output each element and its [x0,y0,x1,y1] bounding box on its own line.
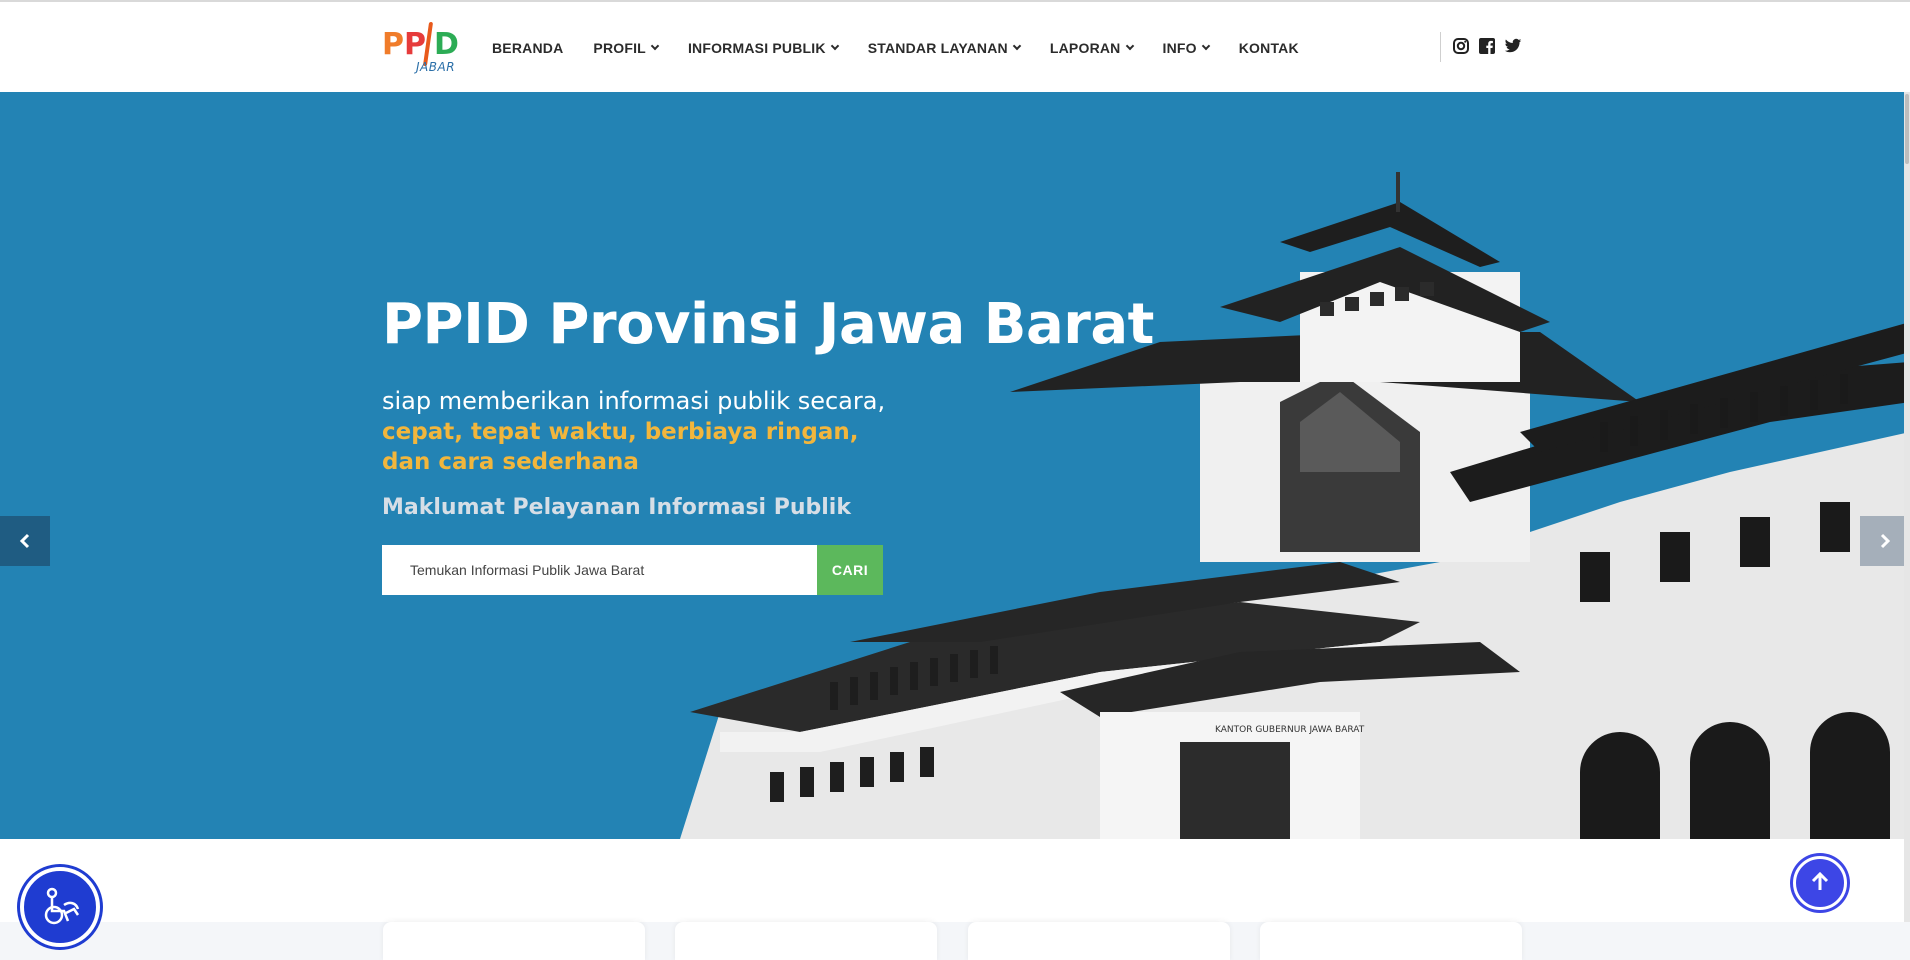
chevron-down-icon [1012,41,1022,51]
chevron-down-icon [650,41,660,51]
nav-laporan[interactable]: LAPORAN [1049,40,1134,56]
info-card[interactable] [675,922,937,960]
content-section [0,922,1910,960]
nav-label: INFO [1162,40,1197,56]
nav-informasi-publik[interactable]: INFORMASI PUBLIK [687,40,839,56]
gedung-sate-building-image: KANTOR GUBERNUR JAWA BARAT [680,172,1910,839]
info-card[interactable] [383,922,645,960]
nav-label: PROFIL [593,40,646,56]
nav-profil[interactable]: PROFIL [593,40,660,56]
chevron-right-icon [1880,533,1891,549]
search-input[interactable] [382,545,817,595]
wheelchair-icon [44,887,80,925]
nav-beranda[interactable]: BERANDA [492,40,563,56]
logo-letter-p1: P [382,27,404,62]
chevron-left-icon [19,533,30,549]
chevron-down-icon [1125,41,1134,51]
scrollbar-thumb[interactable] [1905,94,1909,164]
hero-subtitle: siap memberikan informasi publik secara, [382,387,886,415]
main-nav: BERANDA PROFIL INFORMASI PUBLIK STANDAR … [492,38,1329,58]
arrow-up-icon [1811,872,1829,890]
ppid-jabar-logo[interactable]: P P D JABAR [382,20,464,76]
nav-divider [1440,32,1441,62]
carousel-next-button[interactable] [1860,516,1910,566]
search-button[interactable]: CARI [817,545,883,595]
maklumat-link[interactable]: Maklumat Pelayanan Informasi Publik [382,495,851,520]
nav-kontak[interactable]: KONTAK [1239,40,1299,56]
hero-title: PPID Provinsi Jawa Barat [382,292,1154,357]
carousel-prev-button[interactable] [0,516,50,566]
info-card[interactable] [968,922,1230,960]
nav-label: KONTAK [1238,40,1299,56]
nav-info[interactable]: INFO [1162,40,1210,56]
hero-banner: KANTOR GUBERNUR JAWA BARAT PPID Provinsi… [0,92,1910,839]
chevron-down-icon [830,41,839,51]
info-card[interactable] [1260,922,1522,960]
site-header: P P D JABAR BERANDA PROFIL INFORMASI PUB… [0,2,1910,92]
facebook-icon[interactable] [1478,37,1496,55]
nav-label: LAPORAN [1049,40,1121,56]
hero-highlight-text: cepat, tepat waktu, berbiaya ringan, dan… [382,419,859,475]
logo-letter-p2: P [404,27,426,62]
nav-standar-layanan[interactable]: STANDAR LAYANAN [867,40,1022,56]
building-sign: KANTOR GUBERNUR JAWA BARAT [1215,725,1365,735]
nav-label: STANDAR LAYANAN [867,40,1008,56]
nav-label: INFORMASI PUBLIK [687,40,826,56]
scroll-to-top-button[interactable] [1790,853,1850,913]
accessibility-button[interactable] [20,867,100,947]
logo-letter-d: D [434,27,459,62]
social-links [1452,37,1522,55]
nav-label: BERANDA [492,40,564,56]
logo-subtitle: JABAR [416,60,456,74]
twitter-icon[interactable] [1504,37,1522,55]
chevron-down-icon [1201,41,1210,51]
instagram-icon[interactable] [1452,37,1470,55]
page-scrollbar[interactable] [1904,92,1910,960]
